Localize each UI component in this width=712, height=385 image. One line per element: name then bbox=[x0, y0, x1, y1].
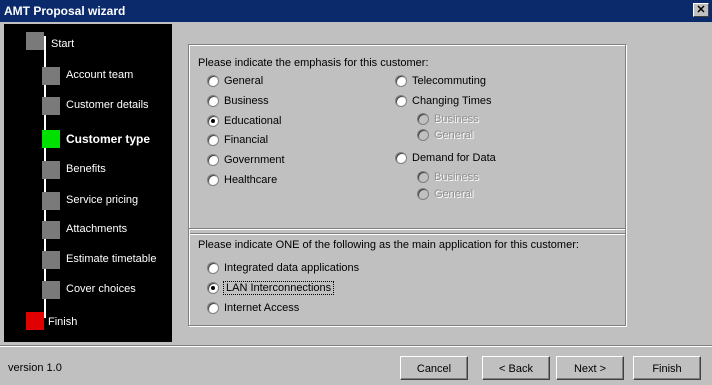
footer-divider bbox=[0, 345, 712, 347]
radio-changing-times-general: General bbox=[417, 129, 473, 141]
step-start-marker bbox=[26, 32, 44, 50]
radio-button[interactable] bbox=[395, 75, 407, 87]
step-finish-marker bbox=[26, 312, 44, 330]
step-service-pricing-label: Service pricing bbox=[66, 194, 139, 206]
window-title: AMT Proposal wizard bbox=[4, 4, 126, 18]
radio-button[interactable] bbox=[207, 75, 219, 87]
step-estimate-timetable-label: Estimate timetable bbox=[66, 253, 157, 265]
back-button[interactable]: < Back bbox=[482, 356, 550, 380]
title-bar: AMT Proposal wizard ✕ bbox=[0, 0, 712, 22]
version-label: version 1.0 bbox=[8, 362, 62, 374]
radio-lan-interconnections[interactable]: LAN Interconnections bbox=[207, 281, 335, 295]
step-customer-details-label: Customer details bbox=[66, 99, 149, 111]
application-prompt: Please indicate ONE of the following as … bbox=[198, 239, 579, 251]
finish-button[interactable]: Finish bbox=[633, 356, 701, 380]
step-start-label: Start bbox=[51, 38, 75, 50]
radio-button[interactable] bbox=[395, 95, 407, 107]
radio-internet-access[interactable]: Internet Access bbox=[207, 302, 299, 314]
step-benefits-label: Benefits bbox=[66, 163, 106, 175]
radio-button[interactable] bbox=[207, 134, 219, 146]
radio-general[interactable]: General bbox=[207, 75, 263, 87]
radio-changing-times-business: Business bbox=[417, 113, 479, 125]
radio-telecommuting[interactable]: Telecommuting bbox=[395, 75, 486, 87]
step-attachments-label: Attachments bbox=[66, 223, 128, 235]
radio-button[interactable] bbox=[207, 174, 219, 186]
cancel-button[interactable]: Cancel bbox=[400, 356, 468, 380]
radio-healthcare[interactable]: Healthcare bbox=[207, 174, 277, 186]
step-benefits-marker bbox=[42, 161, 60, 179]
step-customer-details-marker bbox=[42, 97, 60, 115]
step-customer-type-label: Customer type bbox=[66, 132, 151, 146]
radio-demand-for-data[interactable]: Demand for Data bbox=[395, 152, 496, 164]
step-connector bbox=[44, 50, 46, 318]
application-group: Please indicate ONE of the following as … bbox=[188, 228, 626, 326]
radio-button[interactable] bbox=[207, 302, 219, 314]
radio-button[interactable] bbox=[395, 152, 407, 164]
next-button[interactable]: Next > bbox=[556, 356, 624, 380]
step-finish-label: Finish bbox=[48, 316, 78, 328]
step-attachments-marker bbox=[42, 221, 60, 239]
close-icon[interactable]: ✕ bbox=[693, 3, 709, 17]
radio-button bbox=[417, 129, 429, 141]
radio-button[interactable] bbox=[207, 262, 219, 274]
emphasis-prompt: Please indicate the emphasis for this cu… bbox=[198, 57, 429, 69]
radio-government[interactable]: Government bbox=[207, 154, 285, 166]
step-connector bbox=[44, 36, 46, 50]
radio-business[interactable]: Business bbox=[207, 95, 269, 107]
emphasis-group: Please indicate the emphasis for this cu… bbox=[188, 44, 626, 234]
step-estimate-timetable-marker bbox=[42, 251, 60, 269]
step-customer-type-marker bbox=[42, 130, 60, 148]
wizard-content: Please indicate the emphasis for this cu… bbox=[172, 24, 708, 342]
radio-financial[interactable]: Financial bbox=[207, 134, 268, 146]
wizard-step-sidebar: Start Account team Customer details Cust… bbox=[4, 24, 172, 342]
radio-changing-times[interactable]: Changing Times bbox=[395, 95, 492, 107]
radio-demand-general: General bbox=[417, 188, 473, 200]
radio-demand-business: Business bbox=[417, 171, 479, 183]
radio-button[interactable] bbox=[207, 115, 219, 127]
radio-button[interactable] bbox=[207, 95, 219, 107]
step-service-pricing-marker bbox=[42, 192, 60, 210]
radio-button[interactable] bbox=[207, 154, 219, 166]
step-account-team-label: Account team bbox=[66, 69, 134, 81]
radio-button[interactable] bbox=[207, 282, 219, 294]
step-account-team-marker bbox=[42, 67, 60, 85]
radio-educational[interactable]: Educational bbox=[207, 115, 282, 127]
radio-button bbox=[417, 188, 429, 200]
radio-button bbox=[417, 113, 429, 125]
radio-integrated-data-applications[interactable]: Integrated data applications bbox=[207, 262, 359, 274]
radio-button bbox=[417, 171, 429, 183]
step-cover-choices-label: Cover choices bbox=[66, 283, 136, 295]
step-cover-choices-marker bbox=[42, 281, 60, 299]
